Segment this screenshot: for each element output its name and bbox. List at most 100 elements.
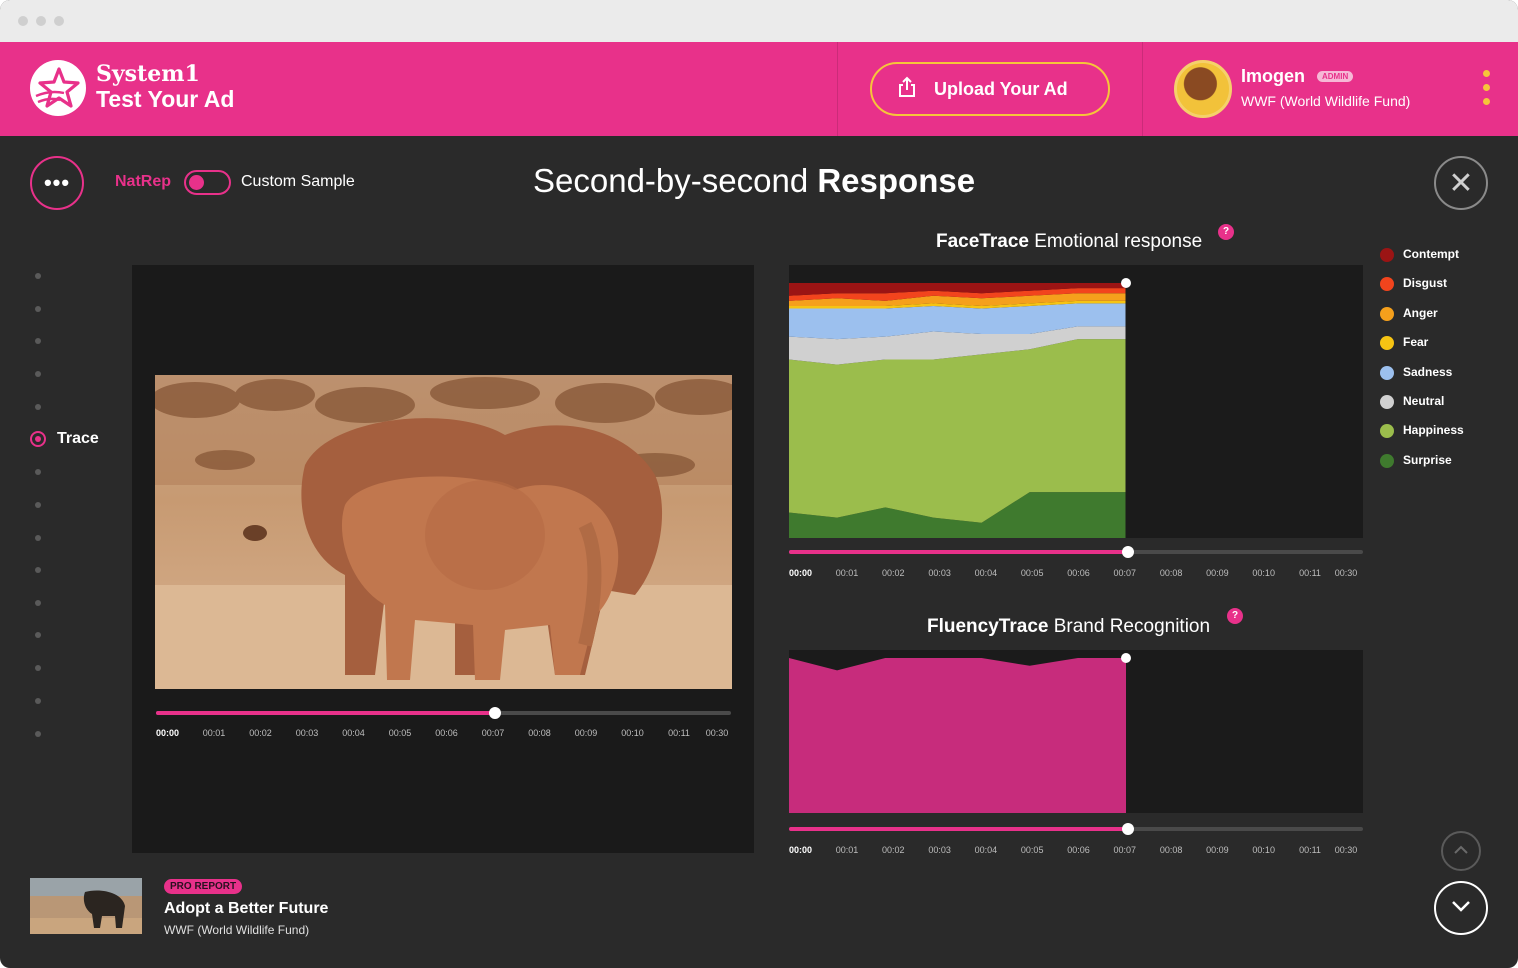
ellipsis-icon: ••• <box>43 170 71 195</box>
fluencytrace-timeline[interactable] <box>789 823 1363 835</box>
timeline-tick-label: 00:01 <box>835 845 859 855</box>
timeline-tick-label: 00:04 <box>974 568 998 578</box>
timeline-tick-label: 00:00 <box>789 568 813 578</box>
app-header: System1 Test Your Ad Upload Your Ad Imog… <box>0 42 1518 136</box>
rail-step-dot[interactable] <box>35 535 41 541</box>
close-icon: ✕ <box>1448 166 1474 200</box>
facetrace-title: FaceTrace Emotional response <box>936 231 1202 253</box>
chevron-down-icon <box>1451 899 1471 917</box>
facetrace-timeline[interactable] <box>789 546 1363 558</box>
timeline-tick-label: 00:03 <box>928 568 951 578</box>
upload-ad-label: Upload Your Ad <box>934 78 1068 99</box>
page-title-bold: Response <box>817 162 976 199</box>
brand-product: Test Your Ad <box>96 86 235 112</box>
rail-step-dot[interactable] <box>35 502 41 508</box>
window-chrome <box>0 0 1518 42</box>
timeline-tick-label: 00:09 <box>1206 568 1229 578</box>
facetrace-scrub-handle[interactable] <box>1122 546 1134 558</box>
header-divider <box>837 42 838 136</box>
rail-step-dot[interactable] <box>35 338 41 344</box>
custom-sample-label[interactable]: Custom Sample <box>241 173 355 191</box>
sample-toggle[interactable] <box>184 170 231 195</box>
legend-label: Anger <box>1403 305 1438 320</box>
rail-step-dot[interactable] <box>35 632 41 638</box>
legend-swatch-icon <box>1380 424 1394 439</box>
natrep-label[interactable]: NatRep <box>115 173 171 191</box>
timeline-tick-label: 00:07 <box>1113 568 1137 578</box>
timeline-tick-label: 00:01 <box>202 728 226 738</box>
timeline-tick-label: 00:05 <box>388 728 412 738</box>
facetrace-help-icon[interactable]: ? <box>1218 224 1234 240</box>
timeline-tick-label: 00:03 <box>295 728 319 738</box>
legend-label: Fear <box>1403 335 1429 350</box>
admin-badge: ADMIN <box>1317 71 1354 82</box>
fluencytrace-scrub-handle[interactable] <box>1122 823 1134 835</box>
facetrace-chart-svg <box>789 278 1131 538</box>
scroll-up-button[interactable] <box>1441 831 1481 871</box>
video-scrub-handle[interactable] <box>489 707 501 719</box>
timeline-tick-label: 00:02 <box>882 845 905 855</box>
upload-ad-button[interactable]: Upload Your Ad <box>870 62 1110 116</box>
facetrace-cursor-dot[interactable] <box>1121 278 1131 288</box>
system1-star-logo-icon[interactable] <box>30 60 86 116</box>
timeline-tick-label: 00:09 <box>574 728 598 738</box>
app-window: System1 Test Your Ad Upload Your Ad Imog… <box>0 0 1518 968</box>
timeline-tick-label: 00:01 <box>835 568 859 578</box>
rail-step-dot[interactable] <box>35 371 41 377</box>
timeline-tick-label: 00:02 <box>882 568 905 578</box>
page-title: Second-by-second Response <box>533 162 975 200</box>
ad-thumbnail[interactable] <box>30 878 142 934</box>
timeline-tick-label: 00:10 <box>621 728 644 738</box>
legend-label: Happiness <box>1403 423 1464 438</box>
ad-org: WWF (World Wildlife Fund) <box>164 923 310 937</box>
timeline-tick-label: 00:00 <box>789 845 813 855</box>
close-button[interactable]: ✕ <box>1434 156 1488 210</box>
timeline-tick-label: 00:07 <box>481 728 505 738</box>
pro-report-badge: PRO REPORT <box>164 879 243 894</box>
video-progress-fill <box>156 711 495 715</box>
legend-swatch-icon <box>1380 365 1394 380</box>
legend-swatch-icon <box>1380 306 1394 321</box>
video-timeline[interactable] <box>156 707 731 719</box>
scroll-down-button[interactable] <box>1434 881 1488 935</box>
fluencytrace-cursor-dot[interactable] <box>1121 653 1131 663</box>
timeline-tick-label: 00:11 <box>1299 568 1321 578</box>
brand-name: System1 <box>96 61 200 87</box>
fluencytrace-help-icon[interactable]: ? <box>1227 608 1243 624</box>
rail-step-dot[interactable] <box>35 665 41 671</box>
legend-label: Neutral <box>1403 394 1445 408</box>
user-org: WWF (World Wildlife Fund) <box>1241 93 1411 109</box>
rail-step-dot[interactable] <box>35 600 41 606</box>
more-options-button[interactable]: ••• <box>30 156 84 210</box>
rail-step-dot[interactable] <box>35 273 41 279</box>
timeline-tick-label: 00:11 <box>668 728 690 738</box>
kebab-menu-icon[interactable] <box>1480 70 1492 110</box>
rail-step-dot[interactable] <box>35 306 41 312</box>
timeline-tick-label: 00:05 <box>1020 568 1044 578</box>
timeline-tick-label: 00:09 <box>1206 845 1229 855</box>
timeline-tick-label: 00:06 <box>435 728 458 738</box>
rail-step-dot[interactable] <box>35 698 41 704</box>
rail-step-dot[interactable] <box>35 567 41 573</box>
fluencytrace-chart-svg <box>789 653 1131 813</box>
fluencytrace-title-rest: Brand Recognition <box>1048 616 1211 637</box>
facetrace-chart <box>789 265 1363 538</box>
rail-step-dot[interactable] <box>35 404 41 410</box>
timeline-tick-label: 00:08 <box>1159 845 1183 855</box>
timeline-tick-label: 00:08 <box>1159 568 1183 578</box>
fluencytrace-title-bold: FluencyTrace <box>927 616 1049 637</box>
facetrace-progress-fill <box>789 550 1128 554</box>
rail-step-dot[interactable] <box>35 731 41 737</box>
user-avatar[interactable] <box>1174 60 1232 118</box>
ad-video-frame[interactable] <box>155 375 732 689</box>
legend-swatch-icon <box>1380 395 1394 409</box>
timeline-tick-label: 00:04 <box>974 845 998 855</box>
rail-active-indicator[interactable] <box>30 431 46 447</box>
rail-active-label[interactable]: Trace <box>57 430 99 448</box>
page-title-prefix: Second-by-second <box>533 162 818 199</box>
fluencytrace-progress-fill <box>789 827 1128 831</box>
fluencytrace-area <box>789 658 1126 813</box>
ad-title[interactable]: Adopt a Better Future <box>164 900 328 918</box>
timeline-tick-label: 00:05 <box>1020 845 1044 855</box>
rail-step-dot[interactable] <box>35 469 41 475</box>
